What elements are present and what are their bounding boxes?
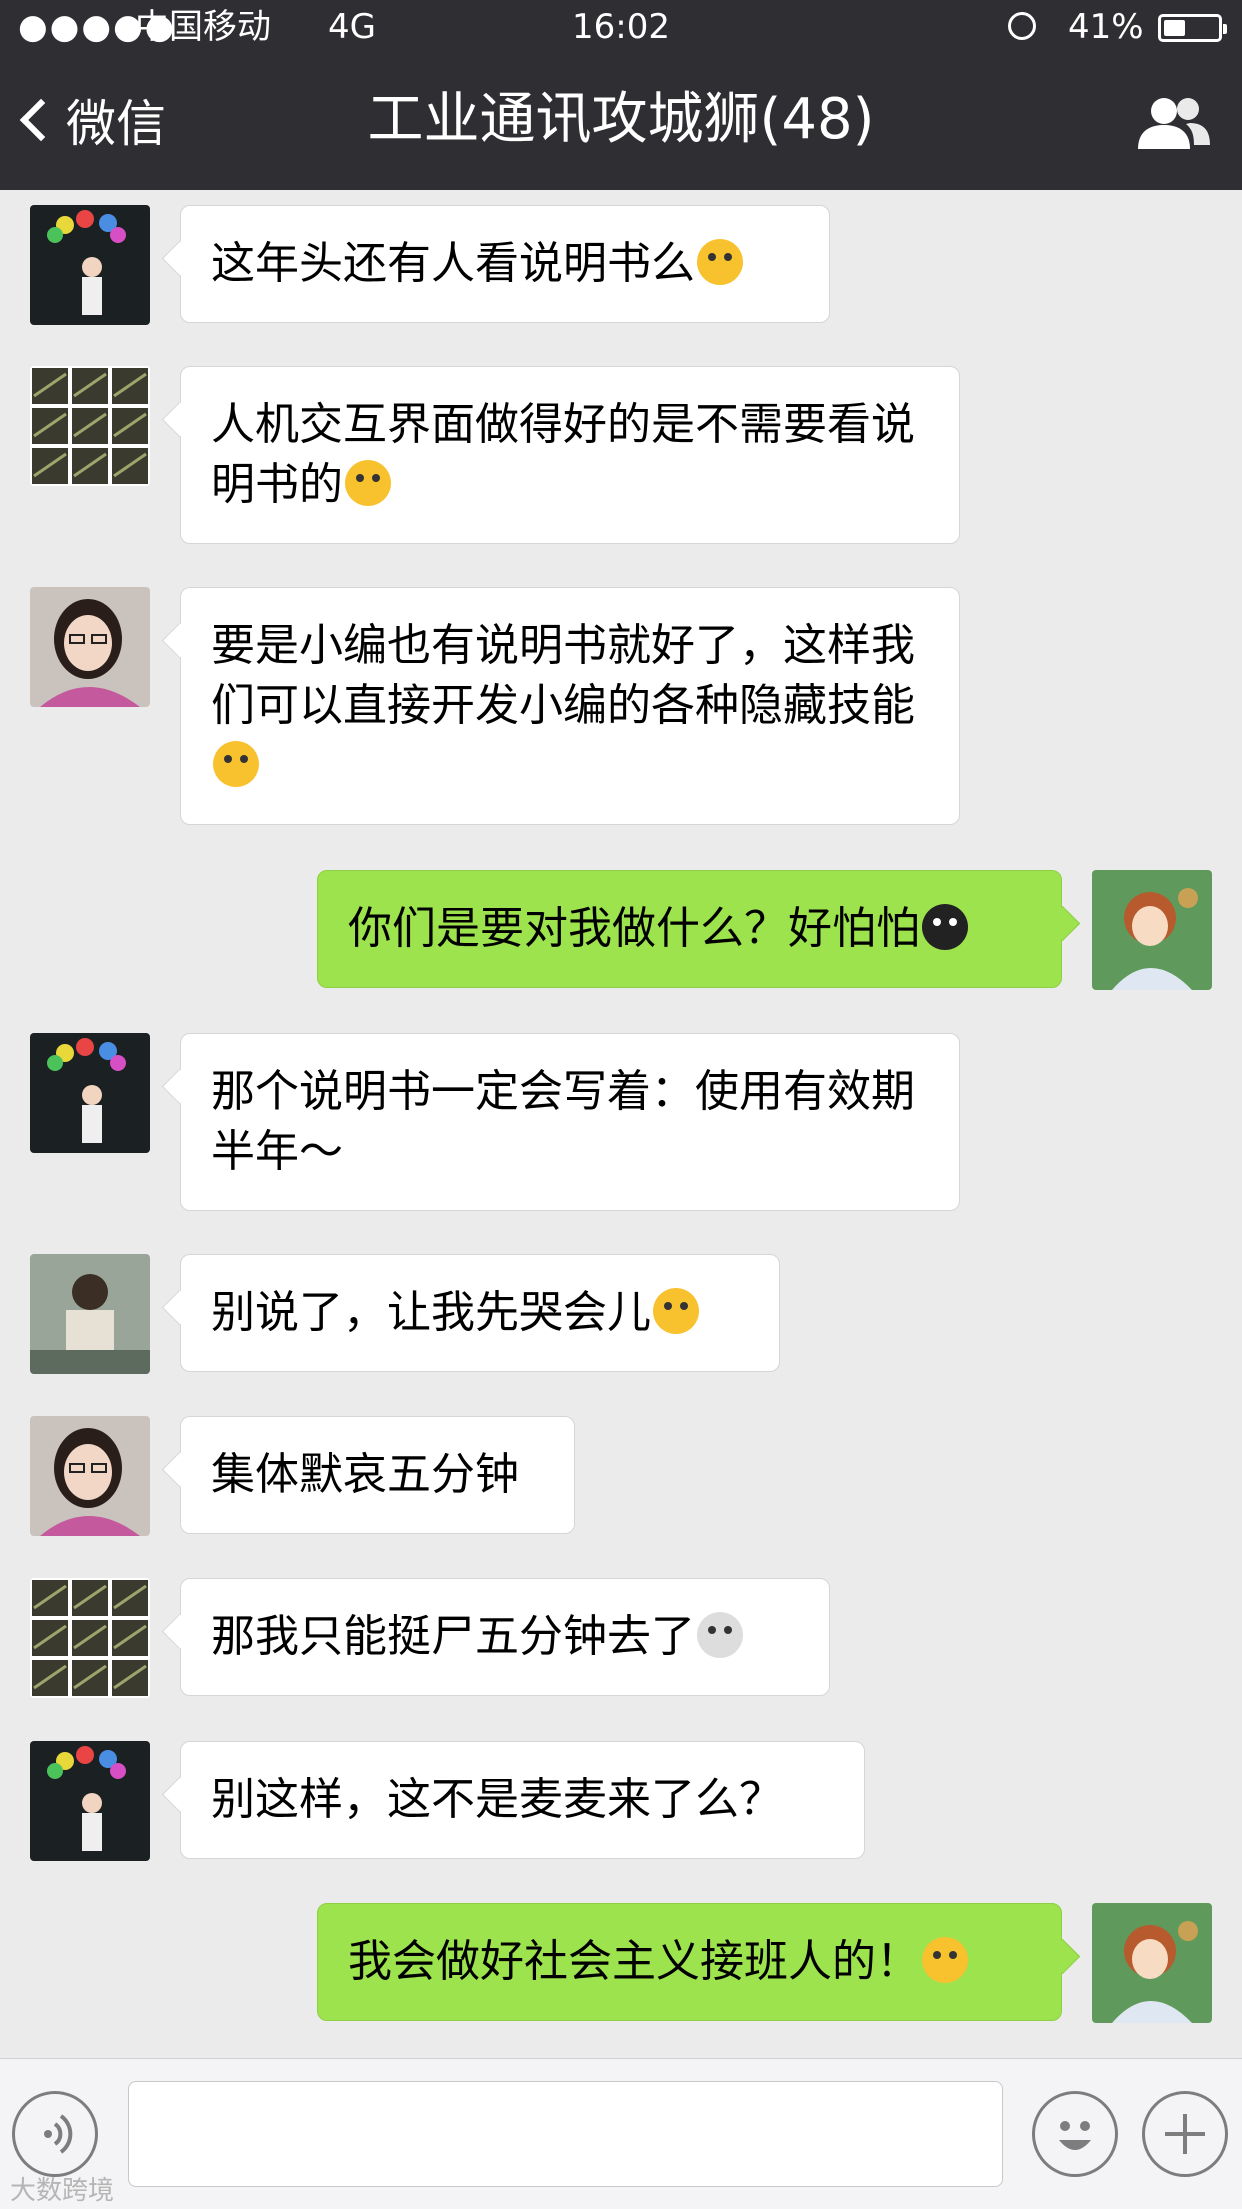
message-text: 这年头还有人看说明书么 (211, 238, 695, 289)
avatar[interactable] (1092, 870, 1212, 990)
rotation-lock-icon (1008, 12, 1036, 40)
voice-icon (44, 2114, 73, 2154)
group-members-button[interactable] (1130, 93, 1214, 153)
message-text: 那我只能挺尸五分钟去了 (211, 1611, 695, 1662)
avatar[interactable] (30, 366, 150, 486)
navigation-bar: 微信 工业通讯攻城狮(48) (0, 55, 1242, 190)
top-bar: ●●●●● 中国移动 4G 16:02 41% 微信 工业通讯攻城狮(48) (0, 0, 1242, 190)
avatar[interactable] (30, 1741, 150, 1861)
more-options-button[interactable] (1142, 2091, 1228, 2177)
page-title: 工业通讯攻城狮(48) (367, 87, 875, 152)
battery-icon (1158, 14, 1227, 42)
battery-fill (1164, 20, 1186, 36)
message-text: 别这样，这不是麦麦来了么？ (211, 1774, 783, 1825)
received-message-bubble[interactable]: 别这样，这不是麦麦来了么？ (180, 1741, 865, 1859)
status-bar: ●●●●● 中国移动 4G 16:02 41% (0, 0, 1242, 55)
crying-face-icon (653, 1288, 699, 1334)
watermark: 大数跨境 (10, 2176, 115, 2206)
sent-message-bubble[interactable]: 我会做好社会主义接班人的！ (317, 1903, 1062, 2021)
message-input[interactable] (128, 2081, 1003, 2187)
skull-icon (697, 1612, 743, 1658)
sent-message-bubble[interactable]: 你们是要对我做什么？好怕怕 (317, 870, 1062, 988)
avatar[interactable] (30, 1254, 150, 1374)
message-text: 别说了，让我先哭会儿 (211, 1287, 651, 1338)
avatar[interactable] (1092, 1903, 1212, 2023)
received-message-bubble[interactable]: 这年头还有人看说明书么 (180, 205, 830, 323)
avatar[interactable] (30, 1578, 150, 1698)
received-message-bubble[interactable]: 人机交互界面做得好的是不需要看说明书的 (180, 366, 960, 544)
message-text: 人机交互界面做得好的是不需要看说明书的 (211, 399, 915, 510)
kissing-face-icon (345, 460, 391, 506)
received-message-bubble[interactable]: 要是小编也有说明书就好了，这样我们可以直接开发小编的各种隐藏技能 (180, 587, 960, 825)
avatar[interactable] (30, 587, 150, 707)
message-text: 集体默哀五分钟 (211, 1449, 519, 1500)
voice-input-button[interactable] (12, 2091, 98, 2177)
message-text: 你们是要对我做什么？好怕怕 (348, 903, 920, 954)
avatar[interactable] (30, 205, 150, 325)
message-text: 我会做好社会主义接班人的！ (348, 1936, 920, 1987)
people-icon (1138, 98, 1210, 149)
message-text: 要是小编也有说明书就好了，这样我们可以直接开发小编的各种隐藏技能 (211, 620, 915, 731)
dizzy-face-icon (697, 239, 743, 285)
received-message-bubble[interactable]: 那个说明书一定会写着：使用有效期半年～ (180, 1033, 960, 1211)
smiley-icon (1059, 2121, 1091, 2150)
battery-percent: 41% (1068, 7, 1144, 47)
determined-face-icon (922, 1937, 968, 1983)
message-text: 那个说明书一定会写着：使用有效期半年～ (211, 1066, 915, 1177)
received-message-bubble[interactable]: 集体默哀五分钟 (180, 1416, 575, 1534)
emoji-button[interactable] (1032, 2091, 1118, 2177)
clock: 16:02 (572, 7, 670, 47)
received-message-bubble[interactable]: 那我只能挺尸五分钟去了 (180, 1578, 830, 1696)
scared-face-icon (922, 904, 968, 950)
input-bar (0, 2058, 1242, 2209)
avatar[interactable] (30, 1033, 150, 1153)
received-message-bubble[interactable]: 别说了，让我先哭会儿 (180, 1254, 780, 1372)
avatar[interactable] (30, 1416, 150, 1536)
grimacing-face-icon (213, 741, 259, 787)
plus-icon (1165, 2114, 1205, 2154)
